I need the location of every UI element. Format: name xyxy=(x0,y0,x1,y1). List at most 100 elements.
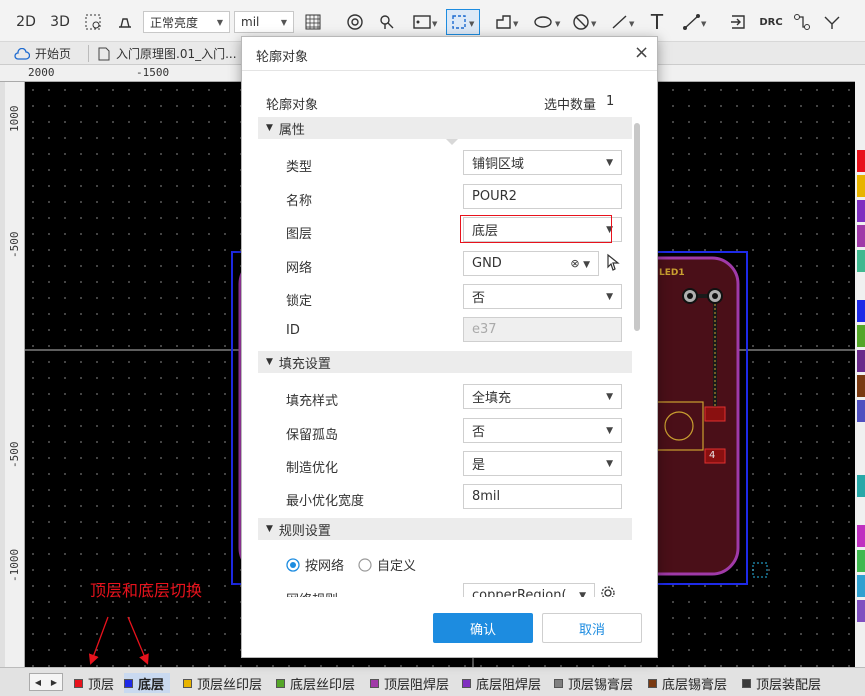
view-2d-button[interactable]: 2D xyxy=(12,9,40,35)
net-select[interactable]: GND ⊗ ▼ xyxy=(463,251,599,276)
select-area-icon[interactable] xyxy=(80,9,106,35)
layer-swatch[interactable] xyxy=(857,150,865,172)
chevron-down-icon: ▼ xyxy=(280,17,287,27)
section-properties[interactable]: ▼ 属性 xyxy=(258,117,632,139)
confirm-button[interactable]: 确认 xyxy=(433,613,533,643)
layer-tab-bottom-silk[interactable]: 底层丝印层 xyxy=(276,673,355,693)
layer-swatch[interactable] xyxy=(857,375,865,397)
fill-style-label: 填充样式 xyxy=(286,394,339,409)
layer-swatch[interactable] xyxy=(857,300,865,322)
fill-style-select[interactable]: 全填充 ▼ xyxy=(463,384,622,409)
smd-pad xyxy=(704,406,726,422)
object-type-header: 轮廓对象 xyxy=(266,98,319,113)
layer-tab-top-mask[interactable]: 顶层阻焊层 xyxy=(370,673,449,693)
lock-select[interactable]: 否 ▼ xyxy=(463,284,622,309)
forbidden-icon[interactable]: ▼ xyxy=(568,9,602,35)
name-input[interactable]: POUR2 xyxy=(463,184,622,209)
layer-swatch[interactable] xyxy=(857,575,865,597)
section-title: 属性 xyxy=(278,122,305,138)
net-rule-select[interactable]: copperRegion(▼ xyxy=(463,583,595,597)
layer-swatch[interactable] xyxy=(857,200,865,222)
layer-label: 顶层 xyxy=(88,677,115,693)
layer-color-square xyxy=(183,678,192,688)
layer-swatch[interactable] xyxy=(857,550,865,572)
text-tool-icon[interactable]: T xyxy=(646,9,668,35)
layer-tab-top[interactable]: 顶层 xyxy=(74,673,114,693)
lock-value: 否 xyxy=(472,291,486,306)
chevron-right-icon[interactable]: ▶ xyxy=(51,678,57,687)
grid-icon[interactable] xyxy=(300,9,326,35)
cloud-icon xyxy=(14,47,30,60)
region-icon[interactable]: ▼ xyxy=(490,9,524,35)
layer-scroll-buttons[interactable]: ◀ ▶ xyxy=(29,673,63,691)
drc-button[interactable]: DRC xyxy=(758,9,784,35)
brightness-icon[interactable] xyxy=(112,9,138,35)
cancel-button[interactable]: 取消 xyxy=(542,613,642,643)
layer-label: 底层丝印层 xyxy=(290,677,356,693)
layer-swatch[interactable] xyxy=(857,400,865,422)
pad-hole xyxy=(712,293,718,299)
board-outline-icon[interactable]: ▼ xyxy=(408,9,442,35)
document-icon xyxy=(98,47,110,60)
svg-text:▼: ▼ xyxy=(555,20,561,28)
chevron-left-icon[interactable]: ◀ xyxy=(35,678,41,687)
type-select[interactable]: 铺铜区域 ▼ xyxy=(463,150,622,175)
layer-swatch[interactable] xyxy=(857,475,865,497)
name-value: POUR2 xyxy=(472,189,517,204)
tab-schematic[interactable]: 入门原理图.01_入门... xyxy=(92,42,243,65)
layer-swatch[interactable] xyxy=(857,175,865,197)
pick-net-icon[interactable] xyxy=(606,253,620,274)
layer-tab-bottom-paste[interactable]: 底层锡膏层 xyxy=(648,673,727,693)
layer-tab-bottom[interactable]: 底层 xyxy=(124,673,171,693)
mfg-opt-label: 制造优化 xyxy=(286,461,339,476)
section-rule-settings[interactable]: ▼ 规则设置 xyxy=(258,518,632,540)
section-fill-settings[interactable]: ▼ 填充设置 xyxy=(258,351,632,373)
origin-marker xyxy=(752,562,768,578)
layer-tab-top-paste[interactable]: 顶层锡膏层 xyxy=(554,673,633,693)
rule-settings-gear-icon[interactable] xyxy=(600,585,616,597)
close-icon[interactable]: × xyxy=(634,42,649,63)
line-icon[interactable]: ▼ xyxy=(606,9,640,35)
radio-custom[interactable]: 自定义 xyxy=(358,555,416,574)
polygon-pour-icon[interactable]: ▼ xyxy=(446,9,480,35)
layer-swatch[interactable] xyxy=(857,250,865,272)
type-value: 铺铜区域 xyxy=(472,157,525,172)
route-icon[interactable] xyxy=(790,9,814,35)
ellipse-icon[interactable]: ▼ xyxy=(528,9,568,35)
via-icon[interactable] xyxy=(342,9,368,35)
collapse-icon: ▼ xyxy=(266,357,273,367)
keep-island-select[interactable]: 否 ▼ xyxy=(463,418,622,443)
id-input: e37 xyxy=(463,317,622,342)
layer-swatch[interactable] xyxy=(857,225,865,247)
view-3d-button[interactable]: 3D xyxy=(46,9,74,35)
ruler-label: 2000 xyxy=(28,66,55,79)
layer-swatch[interactable] xyxy=(857,350,865,372)
mfg-opt-select[interactable]: 是 ▼ xyxy=(463,451,622,476)
differential-route-icon[interactable] xyxy=(820,9,844,35)
clear-icon[interactable]: ⊗ ▼ xyxy=(570,257,590,270)
layer-highlight-box xyxy=(460,215,612,243)
id-label: ID xyxy=(286,323,300,338)
unit-select[interactable]: mil ▼ xyxy=(234,11,294,33)
pad-icon[interactable] xyxy=(374,9,400,35)
dialog-title: 轮廓对象 xyxy=(256,50,309,65)
layer-label: 顶层阻焊层 xyxy=(384,677,450,693)
layer-tab-top-silk[interactable]: 顶层丝印层 xyxy=(183,673,262,693)
layer-label: 底层锡膏层 xyxy=(662,677,728,693)
layer-tab-bottom-mask[interactable]: 底层阻焊层 xyxy=(462,673,541,693)
brightness-select[interactable]: 正常亮度 ▼ xyxy=(143,11,230,33)
layer-swatch[interactable] xyxy=(857,325,865,347)
dialog-scrollbar-thumb[interactable] xyxy=(634,123,640,331)
layer-swatch[interactable] xyxy=(857,525,865,547)
import-changes-icon[interactable] xyxy=(726,9,750,35)
tab-start-page[interactable]: 开始页 xyxy=(8,42,77,65)
svg-text:▼: ▼ xyxy=(432,20,438,28)
dimension-icon[interactable]: ▼ xyxy=(678,9,712,35)
layer-tab-top-assembly[interactable]: 顶层装配层 xyxy=(742,673,821,693)
layer-swatch[interactable] xyxy=(857,600,865,622)
id-value: e37 xyxy=(472,322,497,337)
min-width-input[interactable]: 8mil xyxy=(463,484,622,509)
min-width-value: 8mil xyxy=(472,489,501,504)
collapse-icon: ▼ xyxy=(266,524,273,534)
radio-by-net[interactable]: 按网络 xyxy=(286,555,344,574)
